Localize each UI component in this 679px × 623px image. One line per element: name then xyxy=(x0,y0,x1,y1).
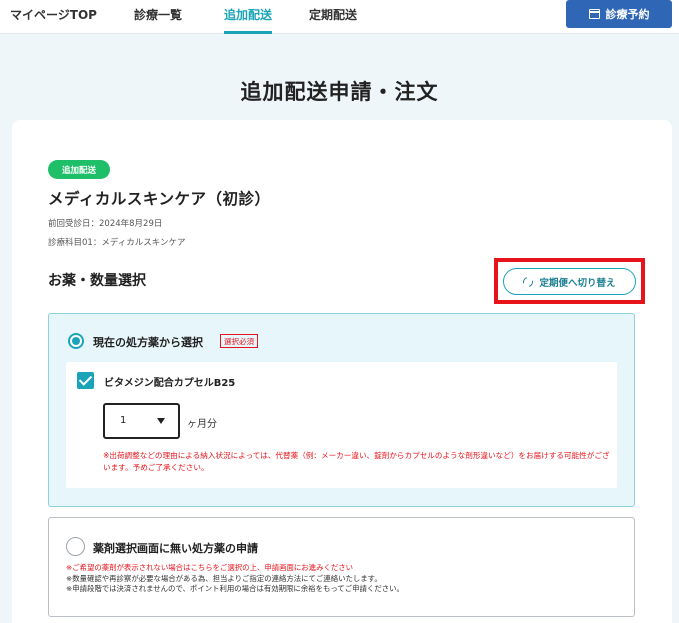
calendar-icon xyxy=(588,9,600,19)
radio-other-prescription[interactable] xyxy=(66,537,85,556)
quantity-unit: ヶ月分 xyxy=(187,419,217,430)
medicine-section-title: お薬・数量選択 xyxy=(48,273,146,289)
switch-to-regular-button[interactable]: 定期便へ切り替え xyxy=(503,268,636,295)
department: 診療科目01：メディカルスキンケア xyxy=(48,238,186,248)
nav-consultation-list[interactable]: 診療一覧 xyxy=(134,6,182,34)
option-current-label[interactable]: 現在の処方薬から選択 xyxy=(93,334,203,350)
quantity-select[interactable] xyxy=(103,403,180,439)
option-other-notes: ※ご希望の薬剤が表示されない場合はこちらをご選択の上、申請画面にお進みください … xyxy=(66,563,626,595)
option-other-note-red: ※ご希望の薬剤が表示されない場合はこちらをご選択の上、申請画面にお進みください xyxy=(66,563,354,572)
top-nav: マイページTOP 診療一覧 追加配送 定期配送 診療予約 xyxy=(0,0,679,34)
required-tag: 選択必須 xyxy=(220,334,258,348)
reserve-button-label: 診療予約 xyxy=(605,8,650,21)
delivery-type-badge: 追加配送 xyxy=(48,160,110,179)
option-other-note-1: ※数量確認や再診察が必要な場合がある為、担当よりご指定の連絡方法にてご連絡いたし… xyxy=(66,573,382,583)
page-title: 追加配送申請・注文 xyxy=(240,80,439,104)
option-other-note-2: ※申請段階では決済されませんので、ポイント利用の場合は有効期限に余裕をもってご申… xyxy=(66,584,404,593)
radio-current-prescription[interactable] xyxy=(68,333,84,349)
substitute-notice: ※出荷調整などの理由による納入状況によっては、代替薬（例：メーカー違い、錠剤から… xyxy=(103,451,610,472)
reserve-button[interactable]: 診療予約 xyxy=(566,0,672,28)
nav-mypage-top[interactable]: マイページTOP xyxy=(10,6,97,34)
sync-icon xyxy=(521,274,536,289)
drug-name[interactable]: ビタメジン配合カプセルB25 xyxy=(104,374,235,389)
last-visit-date: 前回受診日：2024年8月29日 xyxy=(48,219,163,229)
nav-additional-delivery[interactable]: 追加配送 xyxy=(224,6,273,34)
quantity-value: 1 xyxy=(120,415,127,426)
nav-regular-delivery[interactable]: 定期配送 xyxy=(309,6,357,34)
course-title: メディカルスキンケア（初診） xyxy=(48,190,271,208)
caret-down-icon xyxy=(157,418,165,424)
drug-checkbox[interactable] xyxy=(77,372,94,389)
option-other-label[interactable]: 薬剤選択画面に無い処方薬の申請 xyxy=(93,540,258,556)
switch-button-label: 定期便へ切り替え xyxy=(539,277,616,289)
